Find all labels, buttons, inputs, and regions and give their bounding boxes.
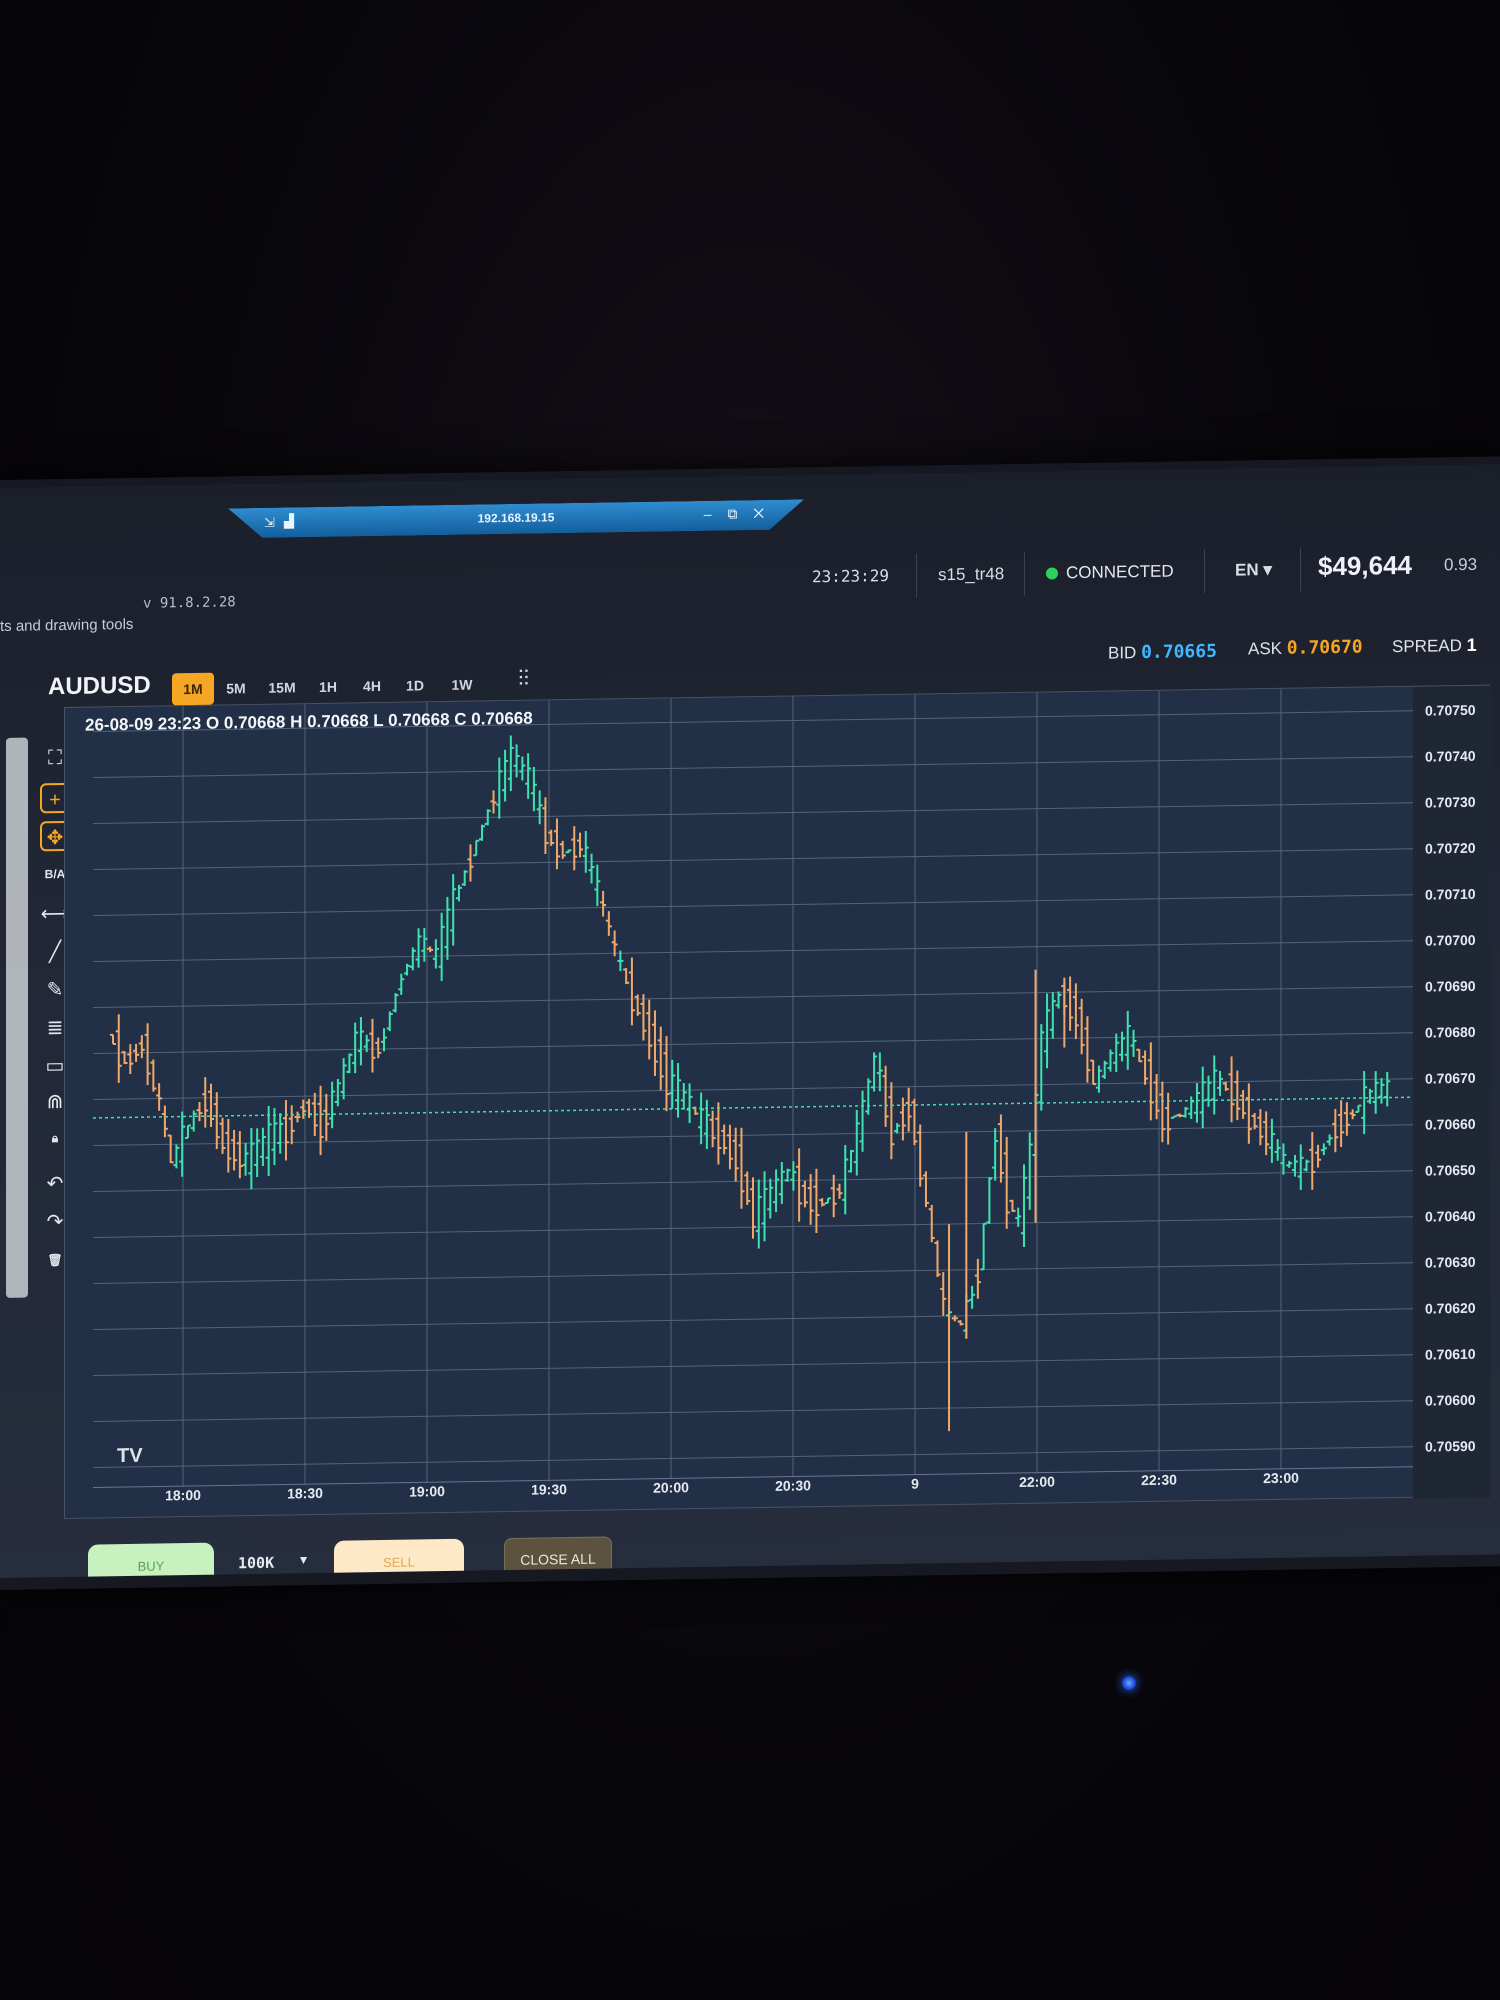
- x-tick-label: 23:00: [1263, 1470, 1299, 1487]
- spread-quote: SPREAD 1: [1392, 635, 1477, 657]
- margin-ratio: 0.93: [1444, 554, 1478, 575]
- status-dot-icon: [1046, 567, 1058, 580]
- header-divider: [1024, 551, 1025, 596]
- sell-button[interactable]: SELL: [334, 1538, 464, 1578]
- y-tick-label: 0.70640: [1425, 1208, 1476, 1225]
- language-selector[interactable]: EN ▾: [1235, 560, 1272, 581]
- y-tick-label: 0.70630: [1425, 1254, 1476, 1271]
- server-clock: 23:23:29: [812, 566, 890, 587]
- spread-value: 1: [1466, 634, 1477, 655]
- timeframe-1w[interactable]: 1W: [442, 668, 482, 701]
- timeframe-15m[interactable]: 15M: [260, 671, 304, 704]
- y-tick-label: 0.70750: [1425, 702, 1476, 719]
- timeframe-1m[interactable]: 1M: [172, 672, 214, 706]
- price-chart[interactable]: 0.70750 0.70740 0.70730 0.70720 0.70710 0.707…: [64, 684, 1491, 1520]
- x-tick-label: 18:00: [165, 1487, 201, 1504]
- toolbar-hint-text: ts and drawing tools: [0, 615, 134, 635]
- y-tick-label: 0.70600: [1425, 1392, 1476, 1409]
- app-version: v 91.8.2.28: [143, 594, 236, 612]
- x-tick-label: 19:00: [409, 1483, 445, 1500]
- timeframe-1h[interactable]: 1H: [312, 671, 344, 704]
- y-tick-label: 0.70650: [1425, 1162, 1476, 1179]
- remote-desktop-bar[interactable]: ⇲ ▟ 192.168.19.15 – ⧉ ✕: [228, 499, 804, 538]
- monitor-power-led: [1122, 1676, 1136, 1690]
- timeframe-selector: [0, 464, 1500, 488]
- side-panel-edge[interactable]: [6, 737, 28, 1298]
- connection-status: CONNECTED: [1046, 562, 1174, 584]
- header-divider: [1204, 549, 1205, 594]
- y-tick-label: 0.70590: [1425, 1438, 1476, 1455]
- y-tick-label: 0.70730: [1425, 794, 1476, 811]
- y-tick-label: 0.70610: [1425, 1346, 1476, 1363]
- timeframe-1d[interactable]: 1D: [398, 669, 432, 702]
- y-tick-label: 0.70660: [1425, 1116, 1476, 1133]
- timeframe-4h[interactable]: 4H: [354, 670, 390, 703]
- ask-label: ASK: [1248, 638, 1283, 659]
- chart-canvas[interactable]: 0.70750 0.70740 0.70730 0.70720 0.70710 0.707…: [65, 685, 1491, 1520]
- y-tick-label: 0.70720: [1425, 840, 1476, 857]
- connection-status-label: CONNECTED: [1066, 561, 1174, 583]
- timeframe-5m[interactable]: 5M: [218, 672, 254, 705]
- candlestick-icon[interactable]: ⫶⫶: [518, 666, 529, 692]
- x-tick-label: 22:00: [1019, 1473, 1055, 1490]
- x-tick-label: 22:30: [1141, 1472, 1177, 1489]
- window-controls[interactable]: – ⧉ ✕: [704, 505, 770, 523]
- y-tick-label: 0.70690: [1425, 978, 1476, 995]
- header-divider: [916, 553, 917, 598]
- tradingview-logo: TV: [117, 1444, 143, 1468]
- x-tick-label: 19:30: [531, 1481, 567, 1498]
- ask-quote: ASK 0.70670: [1248, 637, 1363, 660]
- account-balance: $49,644: [1318, 549, 1412, 582]
- bid-label: BID: [1108, 643, 1137, 663]
- y-tick-label: 0.70620: [1425, 1300, 1476, 1317]
- monitor-bezel: ⇲ ▟ 192.168.19.15 – ⧉ ✕ ts and drawing t…: [0, 456, 1500, 1590]
- bid-quote: BID 0.70665: [1108, 641, 1217, 664]
- y-tick-label: 0.70740: [1425, 748, 1476, 765]
- x-tick-label: 20:00: [653, 1479, 689, 1496]
- x-tick-label: 9: [911, 1476, 919, 1492]
- trading-app-screen: ⇲ ▟ 192.168.19.15 – ⧉ ✕ ts and drawing t…: [0, 464, 1500, 1578]
- y-tick-label: 0.70710: [1425, 886, 1476, 903]
- close-all-button[interactable]: CLOSE ALL: [504, 1536, 612, 1578]
- spread-label: SPREAD: [1392, 636, 1462, 657]
- x-tick-label: 20:30: [775, 1477, 811, 1494]
- header-divider: [1300, 547, 1301, 592]
- room-background: ⇲ ▟ 192.168.19.15 – ⧉ ✕ ts and drawing t…: [0, 0, 1500, 2000]
- x-tick-label: 18:30: [287, 1485, 323, 1502]
- symbol-name[interactable]: AUDUSD: [48, 672, 151, 702]
- chevron-down-icon[interactable]: ▾: [300, 1551, 307, 1568]
- ask-price: 0.70670: [1286, 636, 1363, 659]
- account-username[interactable]: s15_tr48: [938, 564, 1004, 585]
- lot-size-select[interactable]: 100K: [238, 1554, 274, 1573]
- y-tick-label: 0.70700: [1425, 932, 1476, 949]
- bid-price: 0.70665: [1141, 640, 1217, 664]
- y-tick-label: 0.70680: [1425, 1024, 1476, 1041]
- y-tick-label: 0.70670: [1425, 1070, 1476, 1087]
- buy-button[interactable]: BUY: [88, 1542, 214, 1578]
